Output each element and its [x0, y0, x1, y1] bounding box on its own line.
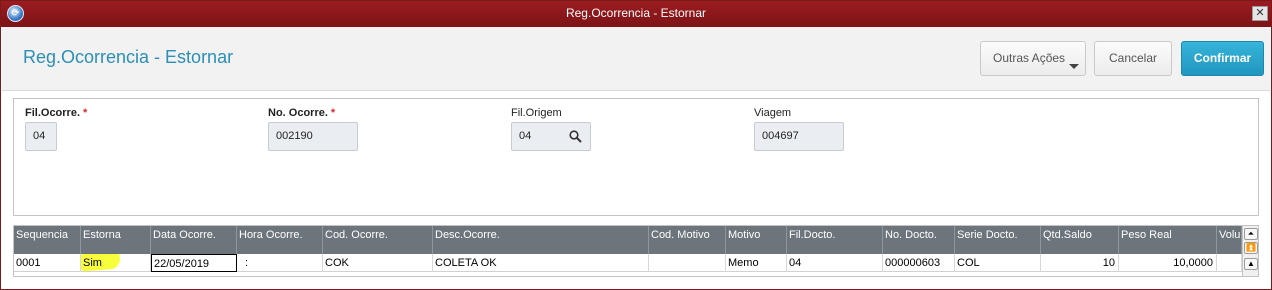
cell-cod-motivo[interactable] [649, 254, 726, 272]
search-icon[interactable] [569, 130, 582, 143]
column-header[interactable]: Motivo [726, 226, 787, 254]
page-header: Reg.Ocorrencia - Estornar Outras Ações C… [2, 27, 1270, 91]
column-header[interactable]: Qtd.Saldo [1041, 226, 1119, 254]
column-header[interactable]: Sequencia [14, 226, 81, 254]
column-header[interactable]: Hora Ocorre. [237, 226, 323, 254]
column-header[interactable]: Fil.Docto. [787, 226, 883, 254]
no-ocorre-label: No. Ocorre. * [268, 107, 335, 119]
column-header[interactable]: Cod. Ocorre. [323, 226, 433, 254]
cell-fil-docto[interactable]: 04 [787, 254, 883, 272]
ocorrencia-grid: Sequencia Estorna Data Ocorre. Hora Ocor… [13, 225, 1259, 277]
column-header[interactable]: Cod. Motivo [649, 226, 726, 254]
viagem-label: Viagem [754, 107, 792, 119]
cell-motivo[interactable]: Memo [726, 254, 787, 272]
cell-qtd-saldo[interactable]: 10 [1041, 254, 1119, 272]
column-header[interactable]: Peso Real [1119, 226, 1217, 254]
fil-ocorre-label-text: Fil.Ocorre. [25, 107, 81, 119]
outras-acoes-button[interactable]: Outras Ações [980, 41, 1086, 76]
outras-acoes-label: Outras Ações [993, 51, 1066, 65]
page-title: Reg.Ocorrencia - Estornar [23, 47, 234, 67]
fil-origem-field[interactable]: 04 [511, 122, 591, 151]
scroll-page-up-icon[interactable]: ⏫ [1244, 242, 1258, 254]
cell-data-ocorre[interactable]: 22/05/2019 [151, 254, 237, 272]
title-bar: ⟳ Reg.Ocorrencia - Estornar ✕ [1, 1, 1271, 27]
scroll-top-icon[interactable]: ⏶ [1244, 228, 1258, 240]
required-marker: * [330, 107, 336, 119]
fil-ocorre-field[interactable]: 04 [25, 122, 57, 151]
no-ocorre-label-text: No. Ocorre. [268, 107, 328, 119]
fil-ocorre-label: Fil.Ocorre. * [25, 107, 87, 119]
cell-estorna-value: Sim [83, 257, 102, 269]
chevron-down-icon [1069, 64, 1079, 69]
cell-hora-ocorre[interactable]: : [237, 254, 323, 272]
table-row[interactable]: 0001 Sim 22/05/2019 : COK COLETA OK Memo… [14, 254, 1242, 272]
column-header[interactable]: Serie Docto. [955, 226, 1041, 254]
column-header[interactable]: Volu [1217, 226, 1242, 254]
fil-origem-label: Fil.Origem [511, 107, 562, 119]
viagem-field[interactable]: 004697 [754, 122, 844, 151]
column-header[interactable]: Desc.Ocorre. [433, 226, 649, 254]
cell-desc-ocorre[interactable]: COLETA OK [433, 254, 649, 272]
grid-header: Sequencia Estorna Data Ocorre. Hora Ocor… [14, 226, 1242, 254]
window-title: Reg.Ocorrencia - Estornar [565, 6, 707, 20]
cell-serie-docto[interactable]: COL [955, 254, 1041, 272]
fil-origem-value: 04 [519, 130, 532, 142]
cell-estorna[interactable]: Sim [81, 254, 151, 272]
confirm-button[interactable]: Confirmar [1181, 41, 1264, 76]
no-ocorre-field[interactable]: 002190 [268, 122, 358, 151]
close-button[interactable]: ✕ [1252, 6, 1268, 21]
cell-peso-real[interactable]: 10,0000 [1119, 254, 1217, 272]
scroll-up-icon[interactable]: ▲ [1244, 258, 1258, 270]
cancel-button[interactable]: Cancelar [1094, 41, 1172, 76]
cell-volu[interactable] [1217, 254, 1242, 272]
cell-sequencia[interactable]: 0001 [14, 254, 81, 272]
required-marker: * [83, 107, 88, 119]
column-header[interactable]: Data Ocorre. [151, 226, 237, 254]
cell-no-docto[interactable]: 000000603 [883, 254, 955, 272]
form-panel: Fil.Ocorre. * 04 No. Ocorre. * 002190 Fil.… [13, 98, 1259, 216]
column-header[interactable]: No. Docto. [883, 226, 955, 254]
app-window: ⟳ Reg.Ocorrencia - Estornar ✕ Reg.Ocorre… [0, 0, 1272, 290]
column-header[interactable]: Estorna [81, 226, 151, 254]
cell-cod-ocorre[interactable]: COK [323, 254, 433, 272]
vertical-scrollbar[interactable]: ⏶ ⏫ ▲ [1242, 226, 1258, 276]
